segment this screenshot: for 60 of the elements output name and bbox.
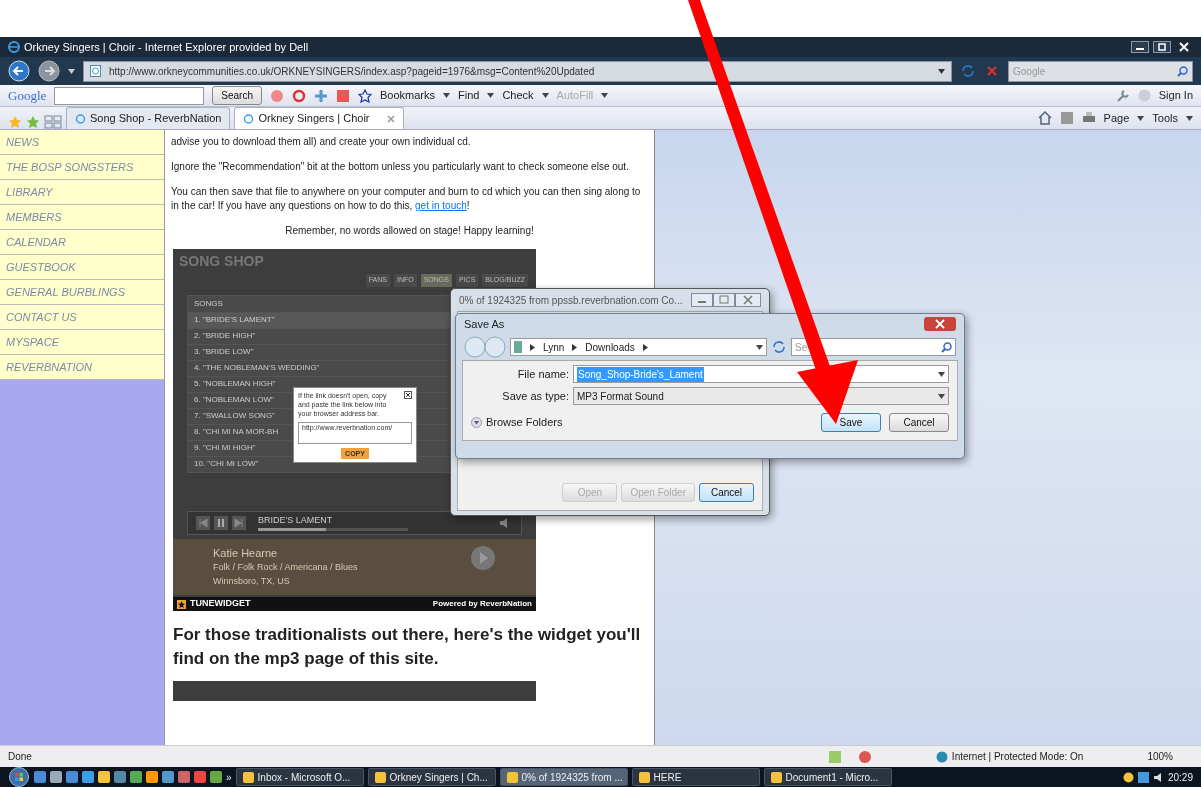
search-button[interactable]: Search (212, 86, 262, 105)
paragraph: Ignore the "Recommendation" bit at the bottom unless you particularly want to check someone else out. (171, 160, 630, 174)
dialog-button[interactable]: Cancel (699, 483, 754, 502)
sidebar-link[interactable]: REVERBNATION (0, 355, 164, 380)
command-menu[interactable]: Page (1103, 109, 1130, 127)
toolbar-item[interactable]: Check (502, 87, 534, 104)
sidebar-link[interactable]: CONTACT US (0, 305, 164, 330)
sidebar-link[interactable]: GUESTBOOK (0, 255, 164, 280)
taskbar-button[interactable]: 0% of 1924325 from ... (499, 768, 628, 786)
paragraph: Remember, no words allowed on stage! Happy learning! (284, 224, 535, 238)
sidebar-link[interactable]: NEWS (0, 130, 164, 155)
toolbar-item[interactable]: Find (458, 87, 480, 104)
breadcrumb-item[interactable]: Lynn (543, 339, 565, 355)
window-title: Orkney Singers | Choir - Internet Explorer provided by Dell (24, 39, 309, 55)
sidebar-link[interactable]: THE BOSP SONGSTERS (0, 155, 164, 180)
sidebar-link[interactable]: GENERAL BURBLINGS (0, 280, 164, 305)
taskbar-button[interactable]: Document1 - Micro... (763, 768, 892, 786)
powered-by-text: Powered by ReverbNation (432, 598, 532, 610)
search-placeholder: Google (1013, 64, 1046, 79)
taskbar-button[interactable]: Orkney Singers | Ch... (367, 768, 496, 786)
zoom-level[interactable]: 100% (1147, 749, 1173, 764)
security-zone: Internet | Protected Mode: On (951, 750, 1084, 764)
sidebar-link[interactable]: MEMBERS (0, 205, 164, 230)
toolbar-item[interactable]: Bookmarks (379, 87, 435, 104)
url-text: http://www.orkneycommunities.co.uk/ORKNEYSINGERS/index.asp?pageid=1976&msg=Content%20Updated (109, 64, 595, 79)
section-heading: For those traditionalists out there, here's the widget you'll find on the mp3 page of this site. (173, 624, 642, 670)
address-field[interactable]: http://www.orkneycommunities.co.uk/ORKNEYSINGERS/index.asp?pageid=1976&msg=Content%20Updated (83, 60, 952, 82)
widget-title: SONG SHOP (178, 252, 265, 271)
sidebar-link[interactable]: LIBRARY (0, 180, 164, 205)
taskbar-button[interactable]: Inbox - Microsoft O... (235, 768, 364, 786)
sidebar-link[interactable]: CALENDAR (0, 230, 164, 255)
overflow-chevron[interactable]: » (226, 769, 232, 785)
paragraph: advise you to download them all) and create your own individual cd. (171, 135, 472, 149)
dialog-button[interactable]: Save (821, 413, 881, 432)
breadcrumb-item[interactable]: Downloads (585, 339, 635, 355)
sign-in-link[interactable]: Sign In (1158, 87, 1193, 104)
google-logo: Google (8, 86, 47, 105)
list-header: SONGS (194, 297, 223, 310)
breadcrumb-field[interactable]: Lynn Downloads (510, 338, 767, 356)
search-placeholder: Se (795, 340, 808, 355)
paragraph: You can then save that file to anywhere on your computer and burn to cd which you can then sing along to in the car! If you have any questions on how to do this, get in touch! (171, 185, 642, 213)
clock: 20:29 (1167, 770, 1193, 785)
file-type-dropdown[interactable]: MP3 Format Sound (573, 387, 949, 405)
artist-genre: Folk / Folk Rock / Americana / Blues (213, 561, 358, 574)
brand-name: TUNEWIDGET (190, 597, 251, 611)
browse-folders-toggle[interactable]: Browse Folders (471, 414, 563, 431)
taskbar-button[interactable]: HERE (631, 768, 760, 786)
artist-name: Katie Hearne (213, 545, 279, 561)
sidebar-link[interactable]: MYSPACE (0, 330, 164, 355)
track-title: BRIDE'S LAMENT (258, 514, 334, 528)
get-in-touch-link[interactable]: get in touch (415, 200, 467, 211)
browser-tab[interactable]: Song Shop - ReverbNation (66, 107, 231, 129)
dialog-title: 0% of 1924325 from ppssb.reverbnation.com Co... (459, 293, 683, 308)
browser-tab[interactable]: Orkney Singers | Choir (234, 107, 405, 129)
artist-location: Winnsboro, TX, US (213, 574, 291, 588)
dialog-button: Open (562, 483, 618, 502)
dialog-button: Open Folder (621, 483, 695, 502)
dialog-button[interactable]: Cancel (889, 413, 949, 432)
status-text: Done (8, 750, 32, 764)
command-menu[interactable]: Tools (1152, 109, 1178, 127)
